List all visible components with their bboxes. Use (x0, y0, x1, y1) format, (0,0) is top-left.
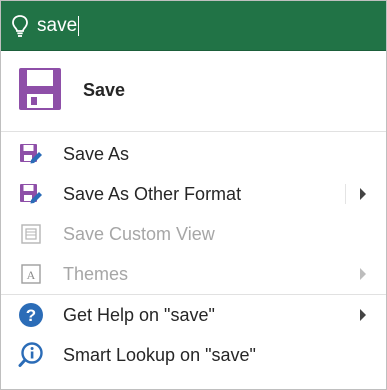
divider (1, 131, 386, 132)
menu-item-save-as-other-format[interactable]: Save As Other Format (1, 174, 386, 214)
submenu-separator (345, 184, 346, 204)
menu-item-label: Smart Lookup on "save" (63, 344, 256, 365)
menu-item-get-help[interactable]: ? Get Help on "save" (1, 295, 386, 335)
menu-item-label: Save As Other Format (63, 183, 242, 204)
text-caret (78, 15, 80, 36)
menu-item-label: Get Help on "save" (63, 304, 215, 325)
svg-text:A: A (27, 268, 36, 282)
menu-item-label: Save As (63, 143, 130, 164)
menu-item-save-custom-view: Save Custom View (1, 214, 386, 254)
menu-item-themes: A Themes (1, 254, 386, 294)
chevron-right-icon (360, 268, 366, 280)
chevron-right-icon[interactable] (360, 309, 366, 321)
chevron-right-icon[interactable] (360, 188, 366, 200)
svg-text:?: ? (26, 306, 36, 325)
lightbulb-icon (11, 14, 29, 38)
search-query-text: save (37, 14, 78, 36)
themes-icon: A (17, 260, 45, 288)
smart-lookup-icon (17, 341, 45, 369)
floppy-disk-icon (17, 66, 63, 112)
top-result-label: Save (83, 80, 126, 100)
tell-me-search-bar[interactable]: save (1, 1, 386, 51)
save-as-icon (17, 140, 45, 168)
search-input[interactable]: save (37, 14, 80, 36)
menu-item-smart-lookup[interactable]: Smart Lookup on "save" (1, 335, 386, 375)
menu-item-label: Save Custom View (63, 223, 215, 244)
custom-view-icon (17, 220, 45, 248)
tell-me-dropdown: save Save Save As Save As Other Format S… (0, 0, 387, 390)
menu-item-save-as[interactable]: Save As (1, 134, 386, 174)
top-result-save[interactable]: Save (1, 51, 386, 131)
menu-item-label: Themes (63, 263, 129, 284)
results-menu: Save Save As Save As Other Format Save C… (1, 51, 386, 375)
save-as-other-format-icon (17, 180, 45, 208)
help-icon: ? (17, 301, 45, 329)
